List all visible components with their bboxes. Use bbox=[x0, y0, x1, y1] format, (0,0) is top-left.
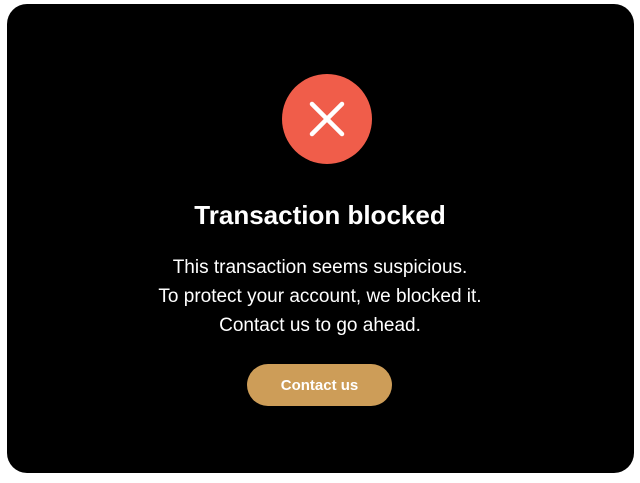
message-line: To protect your account, we blocked it. bbox=[158, 286, 482, 307]
message-line: Contact us to go ahead. bbox=[219, 315, 421, 336]
contact-us-button[interactable]: Contact us bbox=[247, 364, 392, 406]
close-x-icon bbox=[309, 101, 345, 137]
dialog-title: Transaction blocked bbox=[194, 200, 446, 230]
error-status-icon bbox=[282, 74, 372, 164]
message-line: This transaction seems suspicious. bbox=[172, 257, 468, 278]
dialog-message: This transaction seems suspicious. To pr… bbox=[0, 253, 640, 340]
